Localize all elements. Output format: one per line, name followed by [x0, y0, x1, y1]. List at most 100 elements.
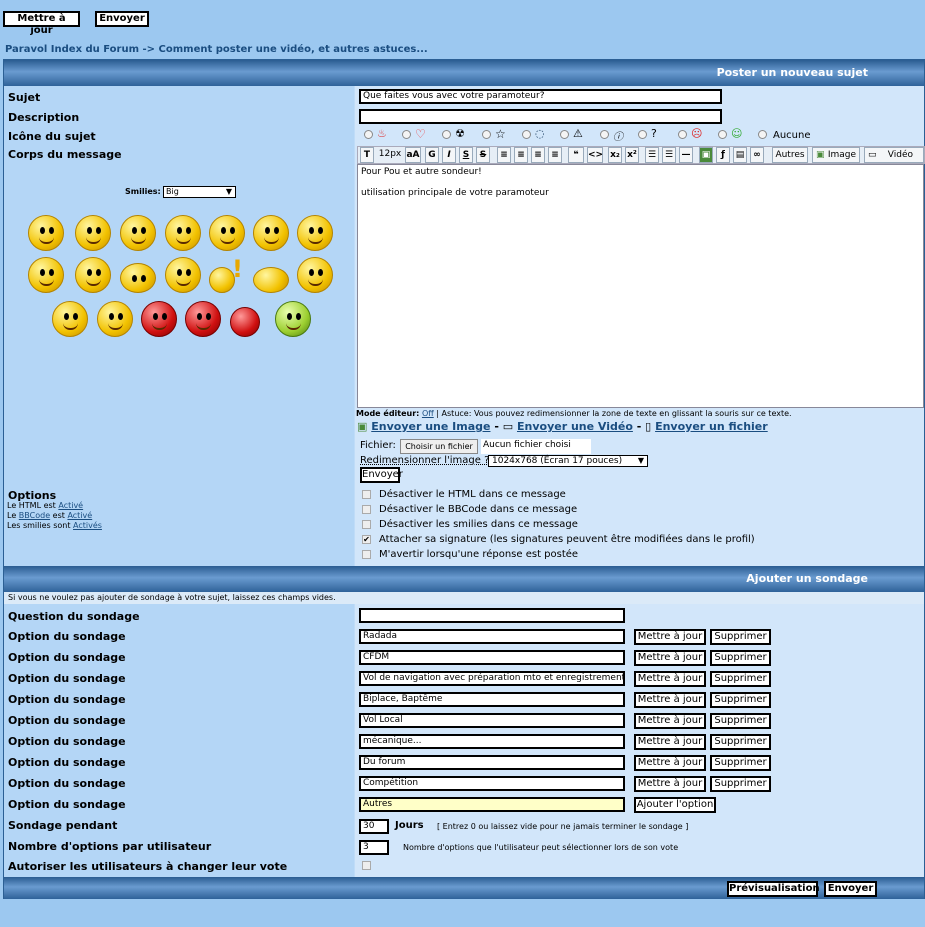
- horizontal-rule-icon[interactable]: —: [679, 147, 693, 163]
- smiley-sick-green[interactable]: [275, 301, 311, 337]
- checkbox[interactable]: [362, 549, 371, 559]
- align-right-icon[interactable]: ≡: [531, 147, 545, 163]
- code-icon[interactable]: <>: [587, 147, 603, 163]
- flash-icon[interactable]: ƒ: [716, 147, 730, 163]
- poll-option-delete-button[interactable]: Supprimer: [710, 776, 771, 792]
- poll-option-update-button[interactable]: Mettre à jour: [634, 650, 706, 666]
- smiley-tongue[interactable]: [165, 215, 201, 251]
- icon-radio-sick[interactable]: [718, 130, 727, 139]
- align-justify-icon[interactable]: ≡: [548, 147, 562, 163]
- preview-button[interactable]: Prévisualisation: [727, 881, 820, 897]
- checkbox[interactable]: [362, 504, 371, 514]
- poll-option-update-button[interactable]: Mettre à jour: [634, 776, 706, 792]
- underline-icon[interactable]: S: [459, 147, 473, 163]
- icon-radio-star[interactable]: [482, 130, 491, 139]
- icon-radio-question[interactable]: [638, 130, 647, 139]
- icon-radio-info[interactable]: [600, 130, 609, 139]
- bullet-list-icon[interactable]: ☰: [645, 147, 659, 163]
- icon-radio-fire[interactable]: [364, 130, 373, 139]
- numbered-list-icon[interactable]: ☰: [662, 147, 676, 163]
- smiley-hiding[interactable]: [120, 263, 156, 293]
- description-input[interactable]: [359, 109, 722, 124]
- option-disable-html[interactable]: Désactiver le HTML dans ce message: [362, 489, 566, 500]
- align-left-icon[interactable]: ≡: [497, 147, 511, 163]
- quote-icon[interactable]: ❝: [568, 147, 584, 163]
- link-icon[interactable]: ∞: [750, 147, 764, 163]
- poll-option-delete-button[interactable]: Supprimer: [710, 650, 771, 666]
- bold-icon[interactable]: G: [425, 147, 439, 163]
- poll-option-input[interactable]: CFDM: [359, 650, 625, 665]
- poll-option-delete-button[interactable]: Supprimer: [710, 713, 771, 729]
- poll-option-input[interactable]: Du forum: [359, 755, 625, 770]
- media-icon[interactable]: ▤: [733, 147, 747, 163]
- poll-option-input[interactable]: Vol Local: [359, 713, 625, 728]
- upload-send-button[interactable]: Envoyer: [360, 467, 403, 483]
- breadcrumb-forum-link[interactable]: Paravol Index du Forum: [5, 44, 139, 55]
- strikethrough-icon[interactable]: S: [476, 147, 490, 163]
- html-status-link[interactable]: Activé: [58, 501, 83, 510]
- submit-button[interactable]: Envoyer: [824, 881, 877, 897]
- option-disable-bbcode[interactable]: Désactiver le BBCode dans ce message: [362, 504, 577, 515]
- poll-option-input[interactable]: mécanique...: [359, 734, 625, 749]
- smiley-silly[interactable]: [52, 301, 88, 337]
- poll-option-input[interactable]: Biplace, Baptême: [359, 692, 625, 707]
- poll-option-input[interactable]: Radada: [359, 629, 625, 644]
- font-size-select[interactable]: 12px: [375, 147, 405, 163]
- smiley-fart[interactable]: [75, 257, 111, 293]
- poll-option-delete-button[interactable]: Supprimer: [710, 692, 771, 708]
- poll-option-delete-button[interactable]: Supprimer: [710, 755, 771, 771]
- smiley-angry-yellow[interactable]: [297, 257, 333, 293]
- smilies-status-link[interactable]: Activés: [73, 521, 102, 530]
- poll-option-update-button[interactable]: Mettre à jour: [634, 692, 706, 708]
- poll-option-delete-button[interactable]: Supprimer: [710, 734, 771, 750]
- option-disable-smilies[interactable]: Désactiver les smilies dans ce message: [362, 519, 578, 530]
- smiley-grin[interactable]: [75, 215, 111, 251]
- align-center-icon[interactable]: ≡: [514, 147, 528, 163]
- image-button[interactable]: ▣ Image: [812, 147, 860, 163]
- subject-input[interactable]: Que faites vous avec votre paramoteur?: [359, 89, 722, 104]
- resize-select[interactable]: 1024x768 (Écran 17 pouces) ▼: [488, 455, 648, 467]
- choose-file-button[interactable]: Choisir un fichier: [400, 439, 478, 454]
- poll-option-input[interactable]: Compétition: [359, 776, 625, 791]
- poll-max-options-input[interactable]: 3: [359, 840, 389, 855]
- poll-option-delete-button[interactable]: Supprimer: [710, 671, 771, 687]
- smiley-scared[interactable]: [120, 215, 156, 251]
- smiley-point[interactable]: [28, 257, 64, 293]
- smiley-cowboy[interactable]: [297, 215, 333, 251]
- option-attach-signature[interactable]: ✔ Attacher sa signature (les signatures p…: [362, 534, 755, 545]
- poll-option-update-button[interactable]: Mettre à jour: [634, 629, 706, 645]
- smilies-select[interactable]: Big ▼: [163, 186, 236, 198]
- upload-image-link[interactable]: Envoyer une Image: [371, 420, 490, 433]
- poll-option-delete-button[interactable]: Supprimer: [710, 629, 771, 645]
- upload-file-link[interactable]: Envoyer un fichier: [655, 420, 768, 433]
- smiley-furious-red[interactable]: [185, 301, 221, 337]
- bbcode-link[interactable]: BBCode: [19, 511, 50, 520]
- poll-add-option-button[interactable]: Ajouter l'option: [634, 797, 716, 813]
- poll-option-update-button[interactable]: Mettre à jour: [634, 734, 706, 750]
- update-top-button[interactable]: Mettre à jour: [3, 11, 80, 36]
- checkbox-checked[interactable]: ✔: [362, 534, 371, 544]
- poll-change-vote-checkbox[interactable]: [362, 861, 371, 870]
- icon-radio-none[interactable]: [758, 130, 767, 139]
- text-case-icon[interactable]: aA: [405, 147, 421, 163]
- superscript-icon[interactable]: x²: [625, 147, 639, 163]
- smiley-crying[interactable]: [165, 257, 201, 293]
- smiley-lips[interactable]: [253, 267, 289, 293]
- poll-new-option-input[interactable]: Autres: [359, 797, 625, 812]
- checkbox[interactable]: [362, 519, 371, 529]
- font-icon[interactable]: T: [360, 147, 374, 163]
- icon-radio-warning[interactable]: [560, 130, 569, 139]
- bbcode-status-link[interactable]: Activé: [67, 511, 92, 520]
- poll-option-input[interactable]: Vol de navigation avec préparation mto e…: [359, 671, 625, 686]
- poll-question-input[interactable]: [359, 608, 625, 623]
- poll-duration-input[interactable]: 30: [359, 819, 389, 834]
- message-textarea[interactable]: Pour Pou et autre sondeur! utilisation p…: [357, 164, 924, 408]
- smiley-sleepy[interactable]: [253, 215, 289, 251]
- checkbox[interactable]: [362, 489, 371, 499]
- poll-option-update-button[interactable]: Mettre à jour: [634, 713, 706, 729]
- option-notify-reply[interactable]: M'avertir lorsqu'une réponse est postée: [362, 549, 578, 560]
- smiley-mad-red[interactable]: [141, 301, 177, 337]
- smiley-shocked[interactable]: [209, 215, 245, 251]
- video-button[interactable]: ▭ Vidéo: [864, 147, 924, 163]
- smiley-grumpy-red[interactable]: [230, 307, 260, 337]
